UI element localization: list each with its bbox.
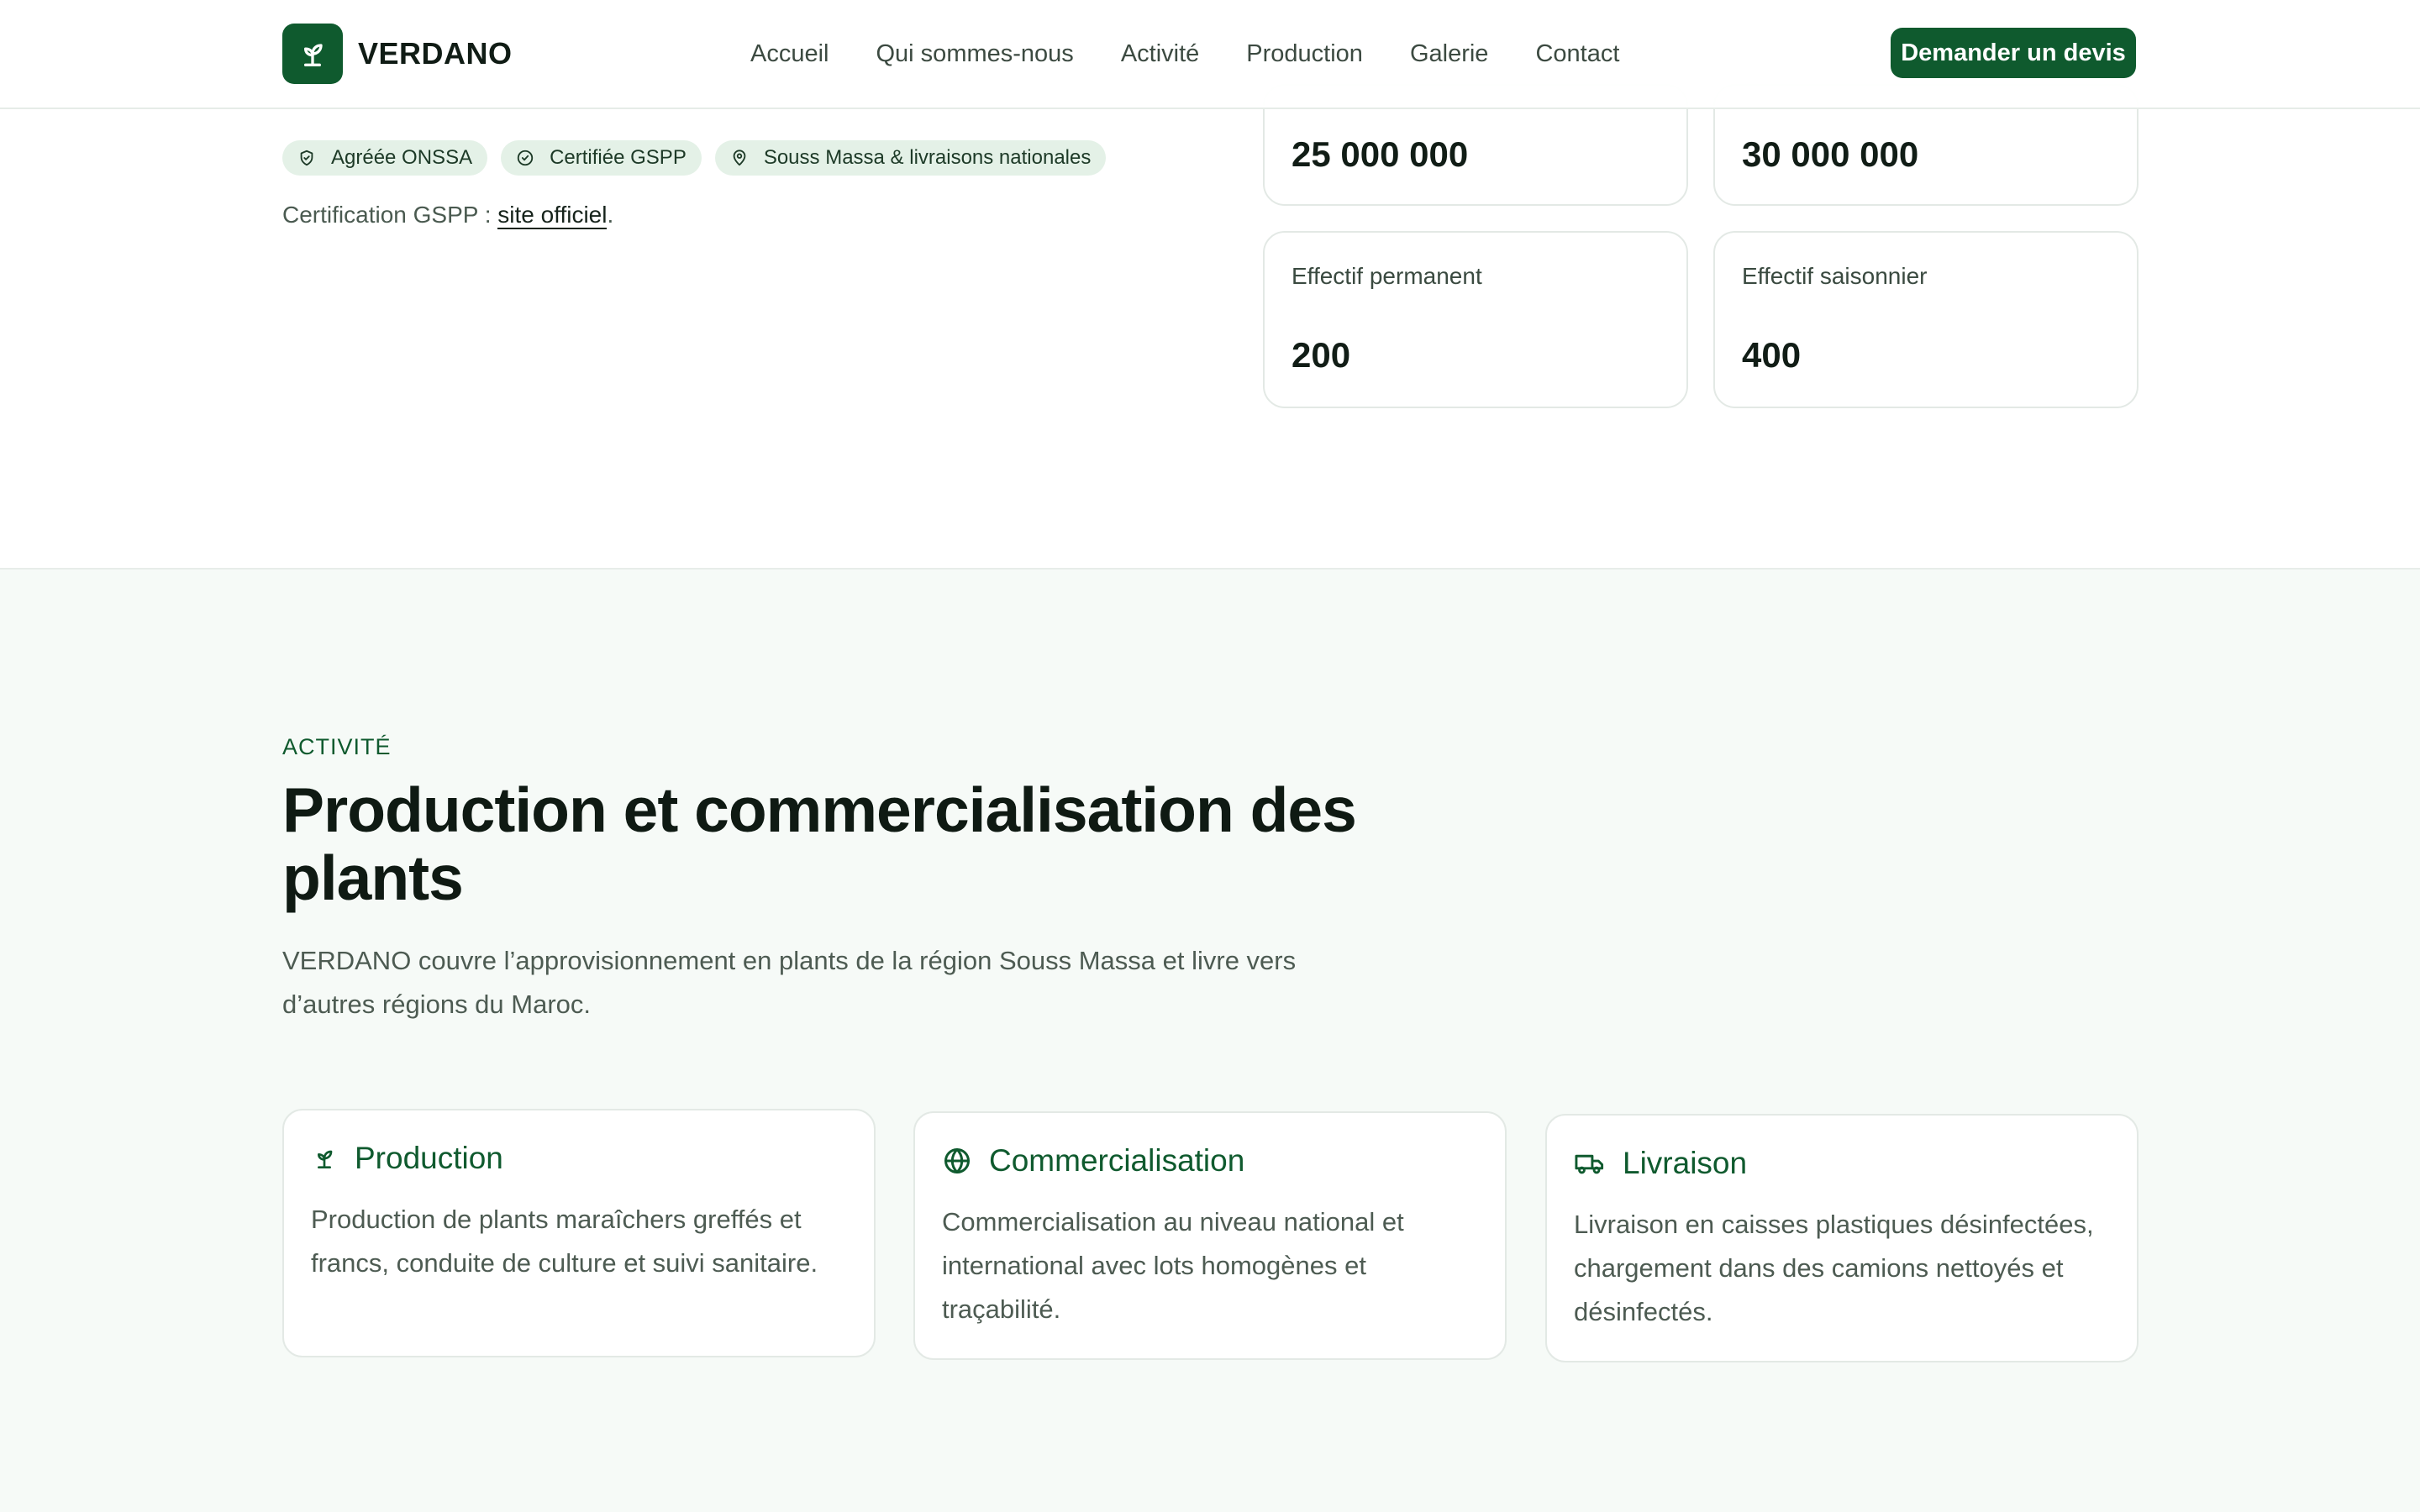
cert-suffix: . [607,202,614,228]
request-quote-button[interactable]: Demander un devis [1891,28,2136,78]
feature-header: Commercialisation [942,1143,1244,1179]
badge-label: Agréée ONSSA [331,146,473,169]
brand-name: VERDANO [358,36,513,71]
badge-onssa: Agréée ONSSA [282,140,488,176]
feature-title: Production [355,1141,503,1175]
feature-text: Commercialisation au niveau national et … [942,1207,1404,1324]
stat-value: 400 [1742,335,1802,375]
seedling-icon [318,1150,333,1168]
certification-badges: Agréée ONSSA Certifiée GSPP Souss Massa … [282,140,1119,176]
seedling-icon [282,24,343,84]
feature-header: Production [311,1141,503,1176]
stat-label: Effectif permanent [1292,263,1482,289]
section-eyebrow: ACTIVITÉ [282,734,392,759]
brand[interactable]: VERDANO [282,24,513,84]
cert-prefix: Certification GSPP : [282,202,498,228]
badge-label: Certifiée GSPP [550,146,687,169]
check-circle-icon [517,150,534,166]
map-pin-icon [733,150,746,166]
section-title: Production et commercialisation des plan… [282,774,1357,913]
badge-location: Souss Massa & livraisons nationales [714,140,1107,176]
stat-card: Effectif saisonnier 400 [1713,231,2139,408]
nav-galerie[interactable]: Galerie [1410,40,1489,68]
certification-note: Certification GSPP : site officiel. [282,202,614,229]
nav-contact[interactable]: Contact [1535,40,1619,68]
feature-card-commercialisation: Commercialisation Commercialisation au n… [913,1111,1507,1360]
feature-card-production: Production Production de plants maraîche… [282,1109,876,1357]
section-description: VERDANO couvre l’approvisionnement en pl… [282,946,1297,1019]
feature-title: Commercialisation [989,1143,1245,1178]
main-nav: Accueil Qui sommes-nous Activité Product… [750,34,1666,74]
shield-check-icon [300,150,313,166]
nav-qui-sommes-nous[interactable]: Qui sommes-nous [876,40,1074,68]
nav-production[interactable]: Production [1246,40,1363,68]
stat-value: 30 000 000 [1742,134,1919,174]
badge-gspp: Certifiée GSPP [501,140,702,176]
feature-header: Livraison [1574,1146,1747,1181]
nav-activite[interactable]: Activité [1121,40,1199,68]
globe-icon [944,1148,970,1173]
truck-icon [1575,1154,1604,1174]
feature-text: Livraison en caisses plastiques désinfec… [1574,1210,2094,1326]
feature-card-livraison: Livraison Livraison en caisses plastique… [1545,1114,2139,1362]
official-site-link[interactable]: site officiel [497,202,608,229]
feature-title: Livraison [1623,1146,1748,1180]
stat-value: 25 000 000 [1292,134,1469,174]
nav-accueil[interactable]: Accueil [750,40,829,68]
stat-value: 200 [1292,335,1351,375]
stat-label: Effectif saisonnier [1742,263,1928,289]
stat-card: Effectif permanent 200 [1263,231,1688,408]
site-header: VERDANO Accueil Qui sommes-nous Activité… [0,0,2420,109]
activity-section: ACTIVITÉ Production et commercialisation… [0,568,2420,1512]
feature-text: Production de plants maraîchers greffés … [311,1205,818,1278]
badge-label: Souss Massa & livraisons nationales [763,146,1092,169]
